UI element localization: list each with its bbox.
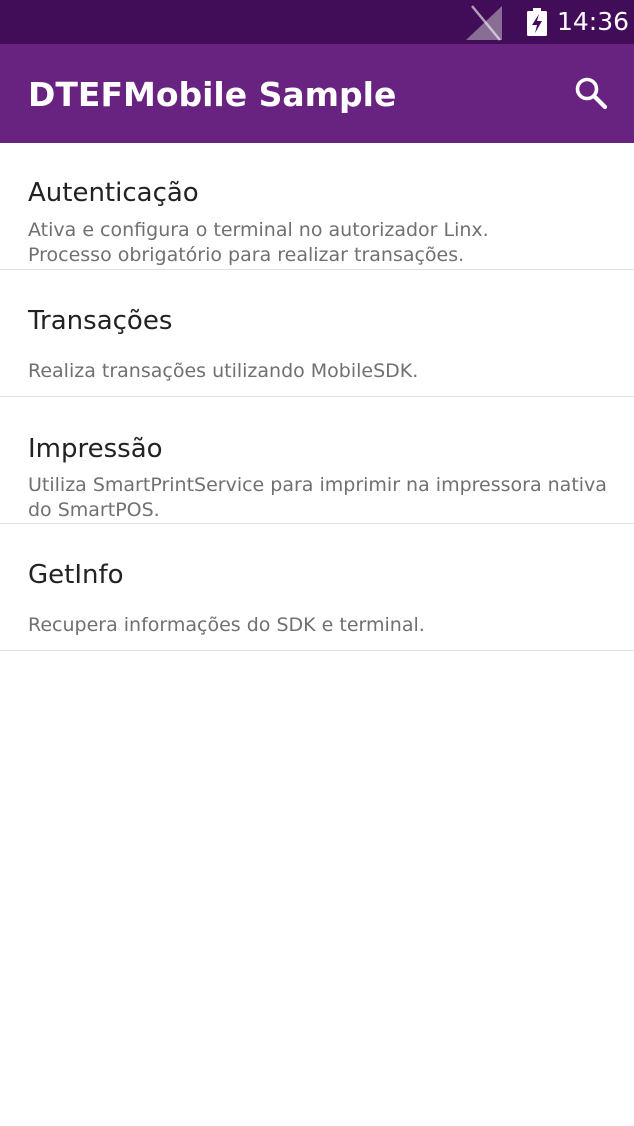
no-signal-icon xyxy=(466,5,502,41)
menu-item-description: Ativa e configura o terminal no autoriza… xyxy=(28,218,618,268)
menu-item-impressao[interactable]: Impressão Utiliza SmartPrintService para… xyxy=(0,397,634,524)
status-clock: 14:36 xyxy=(557,7,630,36)
search-button[interactable] xyxy=(566,68,616,118)
menu-item-description-line: do SmartPOS. xyxy=(28,499,160,521)
menu-item-title: Impressão xyxy=(28,434,163,464)
status-bar: 14:36 xyxy=(0,0,634,44)
menu-item-description: Recupera informações do SDK e terminal. xyxy=(28,613,618,638)
app-bar: DTEFMobile Sample xyxy=(0,44,634,143)
menu-item-getinfo[interactable]: GetInfo Recupera informações do SDK e te… xyxy=(0,524,634,651)
menu-item-description-line: Processo obrigatório para realizar trans… xyxy=(28,244,465,266)
menu-item-description-line: Recupera informações do SDK e terminal. xyxy=(28,614,425,636)
menu-item-transacoes[interactable]: Transações Realiza transações utilizando… xyxy=(0,270,634,397)
menu-item-description-line: Ativa e configura o terminal no autoriza… xyxy=(28,219,489,241)
menu-item-title: GetInfo xyxy=(28,560,124,590)
menu-item-title: Transações xyxy=(28,306,173,336)
battery-charging-icon xyxy=(527,8,547,36)
menu-item-description-line: Realiza transações utilizando MobileSDK. xyxy=(28,360,419,382)
menu-item-description: Utiliza SmartPrintService para imprimir … xyxy=(28,473,618,523)
menu-list: Autenticação Ativa e configura o termina… xyxy=(0,143,634,651)
menu-item-autenticacao[interactable]: Autenticação Ativa e configura o termina… xyxy=(0,143,634,270)
menu-item-description-line: Utiliza SmartPrintService para imprimir … xyxy=(28,474,607,496)
app-title: DTEFMobile Sample xyxy=(28,75,397,114)
search-icon xyxy=(575,77,608,110)
menu-item-description: Realiza transações utilizando MobileSDK. xyxy=(28,359,618,384)
menu-item-title: Autenticação xyxy=(28,178,199,208)
